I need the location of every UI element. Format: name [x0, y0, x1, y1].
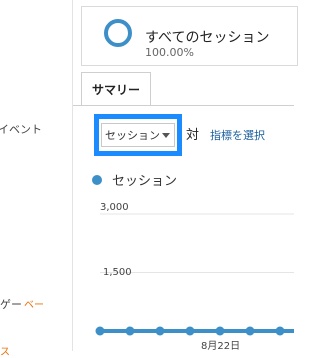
data-point[interactable]: [125, 326, 135, 336]
legend-series-label: セッション: [112, 174, 178, 189]
data-point[interactable]: [215, 326, 225, 336]
left-sidebar: イベント ゲー ベー ス: [0, 0, 73, 358]
segment-ring-icon: [104, 19, 132, 47]
sidebar-item-bottom-label: ス: [0, 347, 10, 358]
y-tick-label: 1,500: [103, 267, 132, 278]
tab-summary[interactable]: サマリー: [81, 72, 151, 105]
sidebar-item-segment-label: ゲー: [0, 298, 22, 311]
data-point[interactable]: [95, 326, 105, 336]
beta-badge: ベー: [24, 300, 44, 311]
legend-dot-icon: [92, 174, 102, 185]
sidebar-item-events[interactable]: イベント: [0, 121, 42, 137]
data-point[interactable]: [275, 326, 285, 336]
y-tick-label: 3,000: [100, 202, 129, 213]
segment-name: すべてのセッション: [145, 30, 270, 46]
data-point[interactable]: [185, 326, 195, 336]
chevron-down-icon: [162, 133, 170, 138]
data-point[interactable]: [155, 326, 165, 336]
metric-select-dropdown[interactable]: セッション: [101, 123, 175, 147]
segment-card[interactable]: すべてのセッション 100.00%: [81, 6, 298, 66]
chart-legend: セッション: [92, 170, 177, 189]
metric-select-value: セッション: [105, 129, 160, 142]
versus-label: 対: [186, 128, 200, 143]
tabs-divider: [73, 105, 294, 106]
x-tick-label: 8月22日: [201, 341, 241, 352]
metric-select-highlight: セッション: [94, 114, 182, 156]
data-point[interactable]: [245, 326, 255, 336]
sidebar-item-events-label: イベント: [0, 123, 42, 136]
segment-percent: 100.00%: [145, 46, 194, 59]
sessions-chart: 3,000 1,500 8月22日: [73, 195, 294, 352]
select-metric-link[interactable]: 指標を選択: [210, 127, 265, 143]
sidebar-item-segment[interactable]: ゲー ベー: [0, 296, 44, 312]
main-panel: すべてのセッション 100.00% サマリー セッション 対 指標を選択 セッシ…: [73, 0, 298, 352]
